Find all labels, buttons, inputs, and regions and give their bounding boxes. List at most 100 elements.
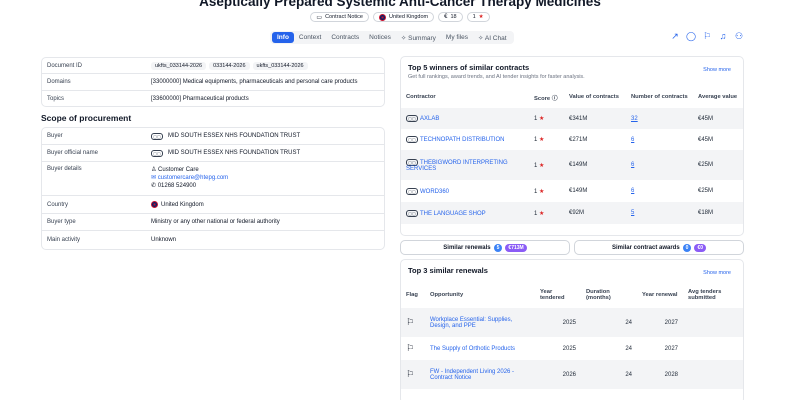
mail-icon: ✉	[151, 175, 158, 181]
column-header: Avg tenders submitted	[688, 289, 722, 301]
add-user-icon[interactable]: ⚇	[734, 31, 744, 42]
contractor-link[interactable]: ▢▢ THEBIGWORD INTERPRETING SERVICES	[401, 150, 529, 180]
main-activity-row: Main activity Unknown	[42, 231, 384, 248]
domains-link[interactable]: [33000000] Medical equipments, pharmaceu…	[151, 79, 357, 85]
tab-info[interactable]: Info	[272, 32, 294, 43]
tab-ai-chat[interactable]: ✧ AI Chat	[473, 32, 512, 44]
buyer-official-link[interactable]: ▢▢ MID SOUTH ESSEX NHS FOUNDATION TRUST	[151, 149, 300, 157]
topics-row: Topics [33600000] Pharmaceutical product…	[42, 91, 384, 106]
topics-link[interactable]: [33600000] Pharmaceutical products	[151, 96, 249, 102]
avg-cell: €25M	[693, 150, 743, 180]
currency-count: 18	[450, 14, 457, 20]
top-renewals-panel: Top 3 similar renewals Show more Flag Op…	[400, 259, 744, 400]
column-header: Score ⓘ	[529, 86, 564, 108]
score-value: 1	[534, 210, 538, 217]
count-link[interactable]: 32	[626, 108, 693, 129]
contractor-link[interactable]: ▢▢ AXLAB	[401, 108, 529, 129]
flag-cell: ⚐	[401, 308, 425, 337]
sparkle-icon: ✧	[477, 34, 485, 42]
contractor-name: THE LANGUAGE SHOP	[420, 210, 486, 217]
buyer-link[interactable]: ▢▢ MID SOUTH ESSEX NHS FOUNDATION TRUST	[151, 132, 300, 140]
contact-phone: ✆ 01268 524900	[151, 182, 196, 189]
count-link[interactable]: 5	[626, 202, 693, 224]
contact-email[interactable]: ✉ customercare@htepg.com	[151, 174, 228, 181]
buyer-label: Buyer	[47, 133, 63, 139]
avg-cell: €18M	[693, 202, 743, 224]
renewals-table: Flag Opportunity Year tendered Duration …	[401, 282, 743, 389]
star-icon: ★	[539, 210, 545, 217]
currency-badge: € 18	[438, 12, 463, 22]
similar-renewals-button[interactable]: Similar renewals 5 €713M	[400, 240, 570, 255]
year-tendered-cell: 2025	[535, 308, 581, 337]
count-link[interactable]: 6	[626, 150, 693, 180]
buyer-official-row: Buyer official name ▢▢ MID SOUTH ESSEX NH…	[42, 145, 384, 162]
flag-icon[interactable]: ⚐	[406, 343, 414, 353]
tab-context[interactable]: Context	[294, 32, 326, 43]
share-icon[interactable]: ↗	[670, 31, 680, 42]
company-icon: ▢▢	[406, 158, 418, 166]
count-link[interactable]: 6	[626, 180, 693, 202]
star-icon: ★	[539, 188, 545, 195]
domains-label: Domains	[47, 79, 71, 85]
comment-icon[interactable]: ◯	[686, 31, 696, 42]
year-renewal-cell: 2028	[637, 360, 683, 389]
contractor-name: THEBIGWORD INTERPRETING SERVICES	[406, 159, 508, 172]
company-icon: ▢▢	[406, 187, 418, 195]
table-row: ▢▢ AXLAB 1 ★ €341M 32 €45M	[401, 108, 743, 129]
score-value: 1	[534, 116, 538, 122]
flag-cell: ⚐	[401, 360, 425, 389]
opportunity-link[interactable]: FW - Independent Living 2026 - Contract …	[425, 360, 535, 389]
score-badge: 1 ★	[466, 12, 490, 22]
score-cell: 1 ★	[529, 108, 564, 129]
opportunity-link[interactable]: The Supply of Orthotic Products	[425, 337, 535, 360]
top-winners-panel: Top 5 winners of similar contracts Get f…	[400, 56, 744, 236]
document-id-label: Document ID	[47, 62, 83, 69]
similar-awards-button[interactable]: Similar contract awards 0 €0	[574, 240, 744, 255]
buyer-row: Buyer ▢▢ MID SOUTH ESSEX NHS FOUNDATION T…	[42, 128, 384, 145]
tab-summary-label: Summary	[408, 34, 436, 42]
contact-name-text: Customer Care	[158, 167, 199, 173]
contractor-link[interactable]: ▢▢ WORD360	[401, 180, 529, 202]
table-row: ⚐ Workplace Essential: Supplies, Design,…	[401, 308, 743, 337]
year-renewal-cell: 2027	[664, 345, 678, 352]
scope-table: Buyer ▢▢ MID SOUTH ESSEX NHS FOUNDATION T…	[41, 127, 385, 250]
score-cell: 1 ★	[529, 129, 564, 150]
winners-table: Contractor Score ⓘ Value of contracts Nu…	[401, 86, 743, 224]
similar-buttons: Similar renewals 5 €713M Similar contrac…	[400, 240, 744, 255]
winners-show-more-link[interactable]: Show more	[703, 67, 731, 73]
winners-title: Top 5 winners of similar contracts	[408, 63, 530, 72]
info-icon[interactable]: ⓘ	[552, 96, 558, 102]
country-value: United Kingdom	[161, 201, 204, 208]
tab-my-files[interactable]: My files	[441, 32, 473, 43]
renewals-value-badge: €713M	[505, 243, 527, 252]
flag-icon[interactable]: ⚐	[406, 369, 414, 379]
star-icon: ★	[539, 162, 545, 169]
contractor-link[interactable]: ▢▢ TECHNOPATH DISTRIBUTION	[401, 129, 529, 150]
buyer-icon: ▢▢	[151, 132, 163, 140]
document-id-chip[interactable]: 033144-2026	[209, 61, 250, 70]
score-value: 1	[472, 14, 476, 20]
avg-cell: €45M	[698, 136, 714, 143]
uk-flag-icon	[378, 13, 386, 21]
tab-contracts[interactable]: Contracts	[326, 32, 364, 43]
document-id-chip[interactable]: ukfts_033144-2026	[151, 61, 207, 70]
contractor-name: WORD360	[420, 188, 450, 195]
contact-email-text: customercare@htepg.com	[157, 175, 229, 181]
score-value: 1	[534, 137, 538, 143]
value-cell: €149M	[564, 150, 626, 180]
column-header: Year tendered	[540, 289, 565, 301]
score-cell: 1 ★	[529, 180, 564, 202]
flag-icon[interactable]: ⚐	[702, 31, 712, 42]
company-icon: ▢▢	[406, 136, 418, 143]
opportunity-link[interactable]: Workplace Essential: Supplies, Design, a…	[425, 308, 535, 337]
tab-summary[interactable]: ✧ Summary	[396, 32, 441, 44]
document-id-chip[interactable]: ukfts_033144-2026	[252, 61, 308, 70]
contractor-link[interactable]: ▢▢ THE LANGUAGE SHOP	[401, 202, 529, 224]
tab-notices[interactable]: Notices	[364, 32, 396, 43]
bell-icon[interactable]: ♫	[718, 31, 728, 42]
count-link[interactable]: 6	[626, 129, 693, 150]
renewals-show-more-link[interactable]: Show more	[703, 270, 731, 276]
page-title: Aseptically Prepared Systemic Anti-Cance…	[199, 0, 601, 9]
flag-icon[interactable]: ⚐	[406, 317, 414, 327]
value-cell: €92M	[564, 202, 626, 224]
